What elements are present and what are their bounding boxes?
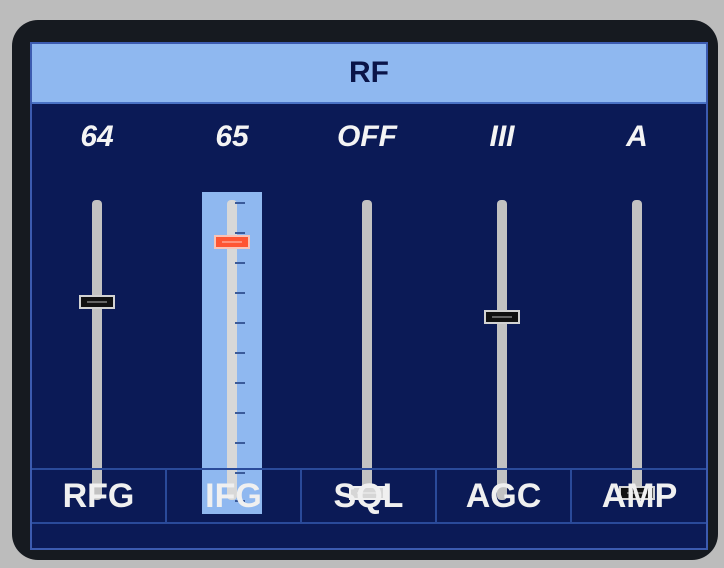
label-amp[interactable]: AMP: [572, 470, 707, 522]
ifg-value: 65: [215, 120, 249, 153]
title-bar: RF: [32, 44, 706, 104]
label-sql[interactable]: SQL: [302, 470, 437, 522]
rfg-value: 64: [80, 120, 114, 153]
ifg-fader[interactable]: [202, 192, 262, 514]
sql-fader[interactable]: [337, 192, 397, 514]
rfg-fader[interactable]: [67, 192, 127, 514]
sql-value: OFF: [337, 120, 397, 153]
agc-fader-knob[interactable]: [484, 310, 520, 324]
agc-track[interactable]: [497, 200, 507, 500]
function-label-row: RFG IFG SQL AGC AMP: [32, 468, 706, 524]
rf-screen: RF 64 65 OFF III A RFG IFG SQL AGC AMP: [30, 42, 708, 550]
agc-value: III: [489, 120, 515, 153]
label-agc[interactable]: AGC: [437, 470, 572, 522]
ifg-fader-knob[interactable]: [214, 235, 250, 249]
rfg-fader-knob[interactable]: [79, 295, 115, 309]
agc-fader[interactable]: [472, 192, 532, 514]
label-rfg[interactable]: RFG: [32, 470, 167, 522]
page-title: RF: [349, 56, 389, 89]
amp-fader[interactable]: [607, 192, 667, 514]
label-ifg[interactable]: IFG: [167, 470, 302, 522]
amp-value: A: [626, 120, 648, 153]
sql-track[interactable]: [362, 200, 372, 500]
amp-track[interactable]: [632, 200, 642, 500]
rfg-track[interactable]: [92, 200, 102, 500]
